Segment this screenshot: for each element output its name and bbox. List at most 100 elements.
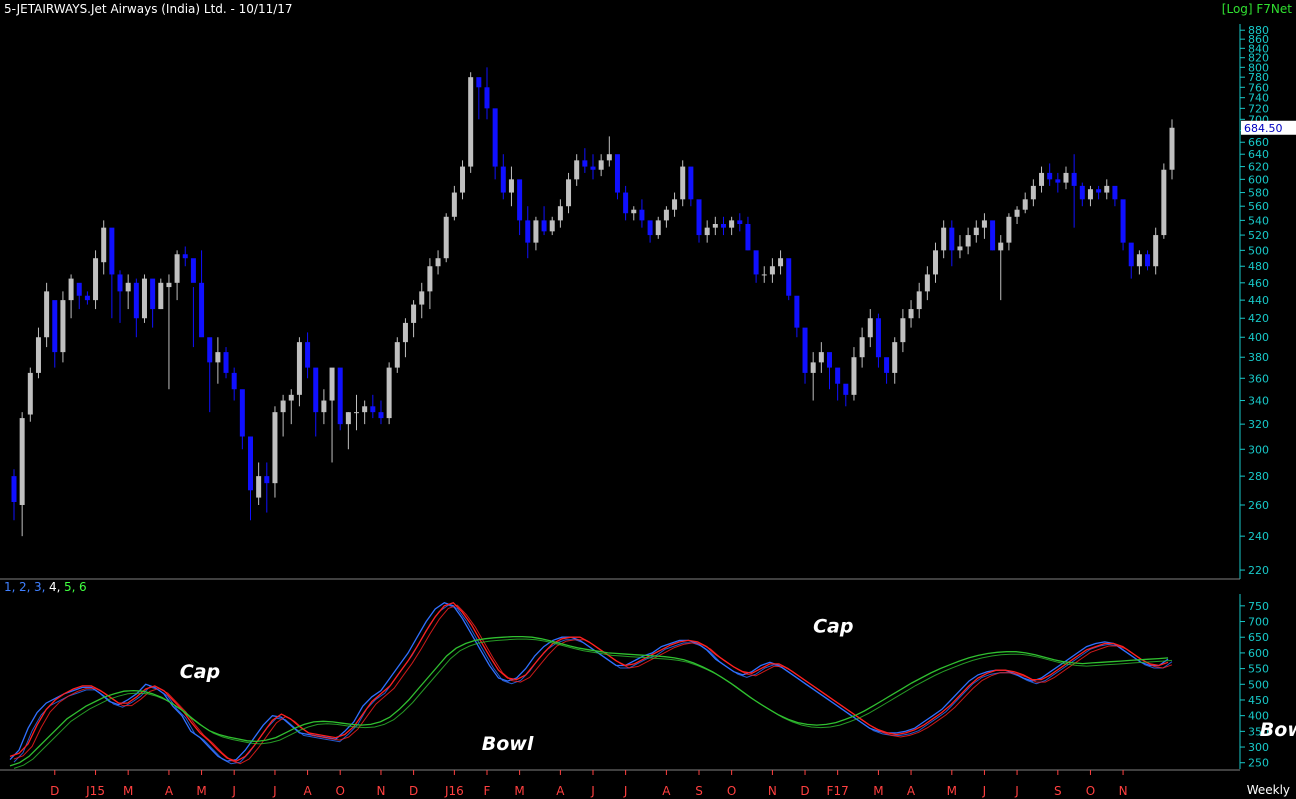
candle [1071, 154, 1077, 228]
candle-body [354, 412, 360, 414]
candle-body [1030, 185, 1036, 200]
price-tick-label: 340 [1248, 395, 1269, 408]
candle-body [19, 418, 25, 505]
candle [916, 282, 922, 319]
candle-body [141, 278, 147, 319]
month-label: J15 [85, 784, 105, 798]
candle-body [35, 337, 41, 373]
candle-body [468, 77, 474, 167]
candle-body [296, 342, 302, 395]
candle [663, 206, 669, 228]
stock-chart: 5-JETAIRWAYS.Jet Airways (India) Ltd. - … [0, 2, 1296, 798]
candle-body [166, 282, 172, 288]
candle [182, 246, 188, 267]
candle-body [566, 179, 572, 207]
candle-body [44, 291, 50, 338]
candle [851, 347, 857, 401]
candle [859, 327, 865, 368]
candle [761, 266, 767, 283]
candle [231, 367, 237, 401]
month-label: N [376, 784, 385, 798]
candle-body [329, 367, 335, 401]
month-label: J [590, 784, 595, 798]
month-label: M [196, 784, 206, 798]
candle-body [1161, 169, 1167, 236]
indicator-series-line [13, 604, 1173, 765]
period-label[interactable]: Weekly [1247, 783, 1290, 797]
candle [614, 154, 620, 200]
candle [1039, 166, 1045, 193]
candle [125, 274, 131, 310]
candle [1112, 185, 1118, 207]
candle-body [826, 352, 832, 368]
candle-body [541, 220, 547, 232]
candle-body [574, 160, 580, 180]
candle-body [737, 220, 743, 224]
candle [117, 270, 123, 323]
candle-body [851, 357, 857, 395]
month-label: M [123, 784, 133, 798]
candle-body [745, 223, 751, 251]
candle [35, 327, 41, 379]
candle [1120, 199, 1126, 251]
candle [150, 278, 156, 328]
candle [451, 185, 457, 221]
candle [1128, 242, 1134, 279]
candle [778, 250, 784, 275]
candle-body [729, 220, 735, 228]
indicator-legend-item: 6 [79, 580, 87, 594]
candle-body [704, 227, 710, 236]
candle-body [256, 476, 262, 498]
candle-body [451, 192, 457, 217]
candle [199, 250, 205, 338]
price-tick-label: 420 [1248, 312, 1269, 325]
candle [354, 394, 360, 431]
indicator-panel: 2503003504004505005506006507007501, 2, 3, 4… [0, 580, 1296, 771]
candle-body [1063, 172, 1069, 183]
scale-mode-label[interactable]: [Log] F7Net [1222, 2, 1293, 16]
candle [1161, 163, 1167, 239]
candle-body [1047, 172, 1053, 180]
candle [158, 278, 164, 310]
candle-body [411, 304, 417, 323]
candle [1096, 185, 1102, 200]
candle-body [655, 220, 661, 236]
candle-body [427, 266, 433, 292]
candle [84, 291, 90, 305]
candle [590, 154, 596, 180]
month-label: F [484, 784, 491, 798]
candle-body [158, 282, 164, 310]
candle-body [933, 250, 939, 275]
candle-body [908, 309, 914, 319]
price-panel: 220 240 260 280 300 320 340 360 380 400 420 440 460 4… [0, 24, 1296, 580]
candle-body [557, 206, 563, 221]
candle-body [606, 154, 612, 161]
candle [272, 406, 278, 498]
candle-body [549, 220, 555, 232]
candle [492, 108, 498, 180]
candle [215, 337, 221, 384]
candle-body [247, 436, 253, 491]
indicator-legend-item: 5, [64, 580, 75, 594]
candle-body [753, 250, 759, 275]
candle [1087, 185, 1093, 207]
candle-body [1039, 172, 1045, 186]
candle-body [924, 274, 930, 292]
candle-body [1006, 216, 1012, 243]
candle-body [508, 179, 514, 193]
candle-body [517, 179, 523, 221]
price-tick-label: 640 [1248, 148, 1269, 161]
candle [606, 136, 612, 167]
candle-body [207, 337, 213, 363]
candle [712, 216, 718, 236]
candle-body [1055, 179, 1061, 183]
candle-body [590, 166, 596, 170]
candle [386, 362, 392, 425]
candle [370, 394, 376, 419]
candle [1047, 163, 1053, 186]
candle [924, 266, 930, 301]
price-tick-label: 400 [1248, 331, 1269, 344]
candle-body [761, 274, 767, 276]
candle-body [1104, 185, 1110, 193]
candle-body [182, 254, 188, 259]
